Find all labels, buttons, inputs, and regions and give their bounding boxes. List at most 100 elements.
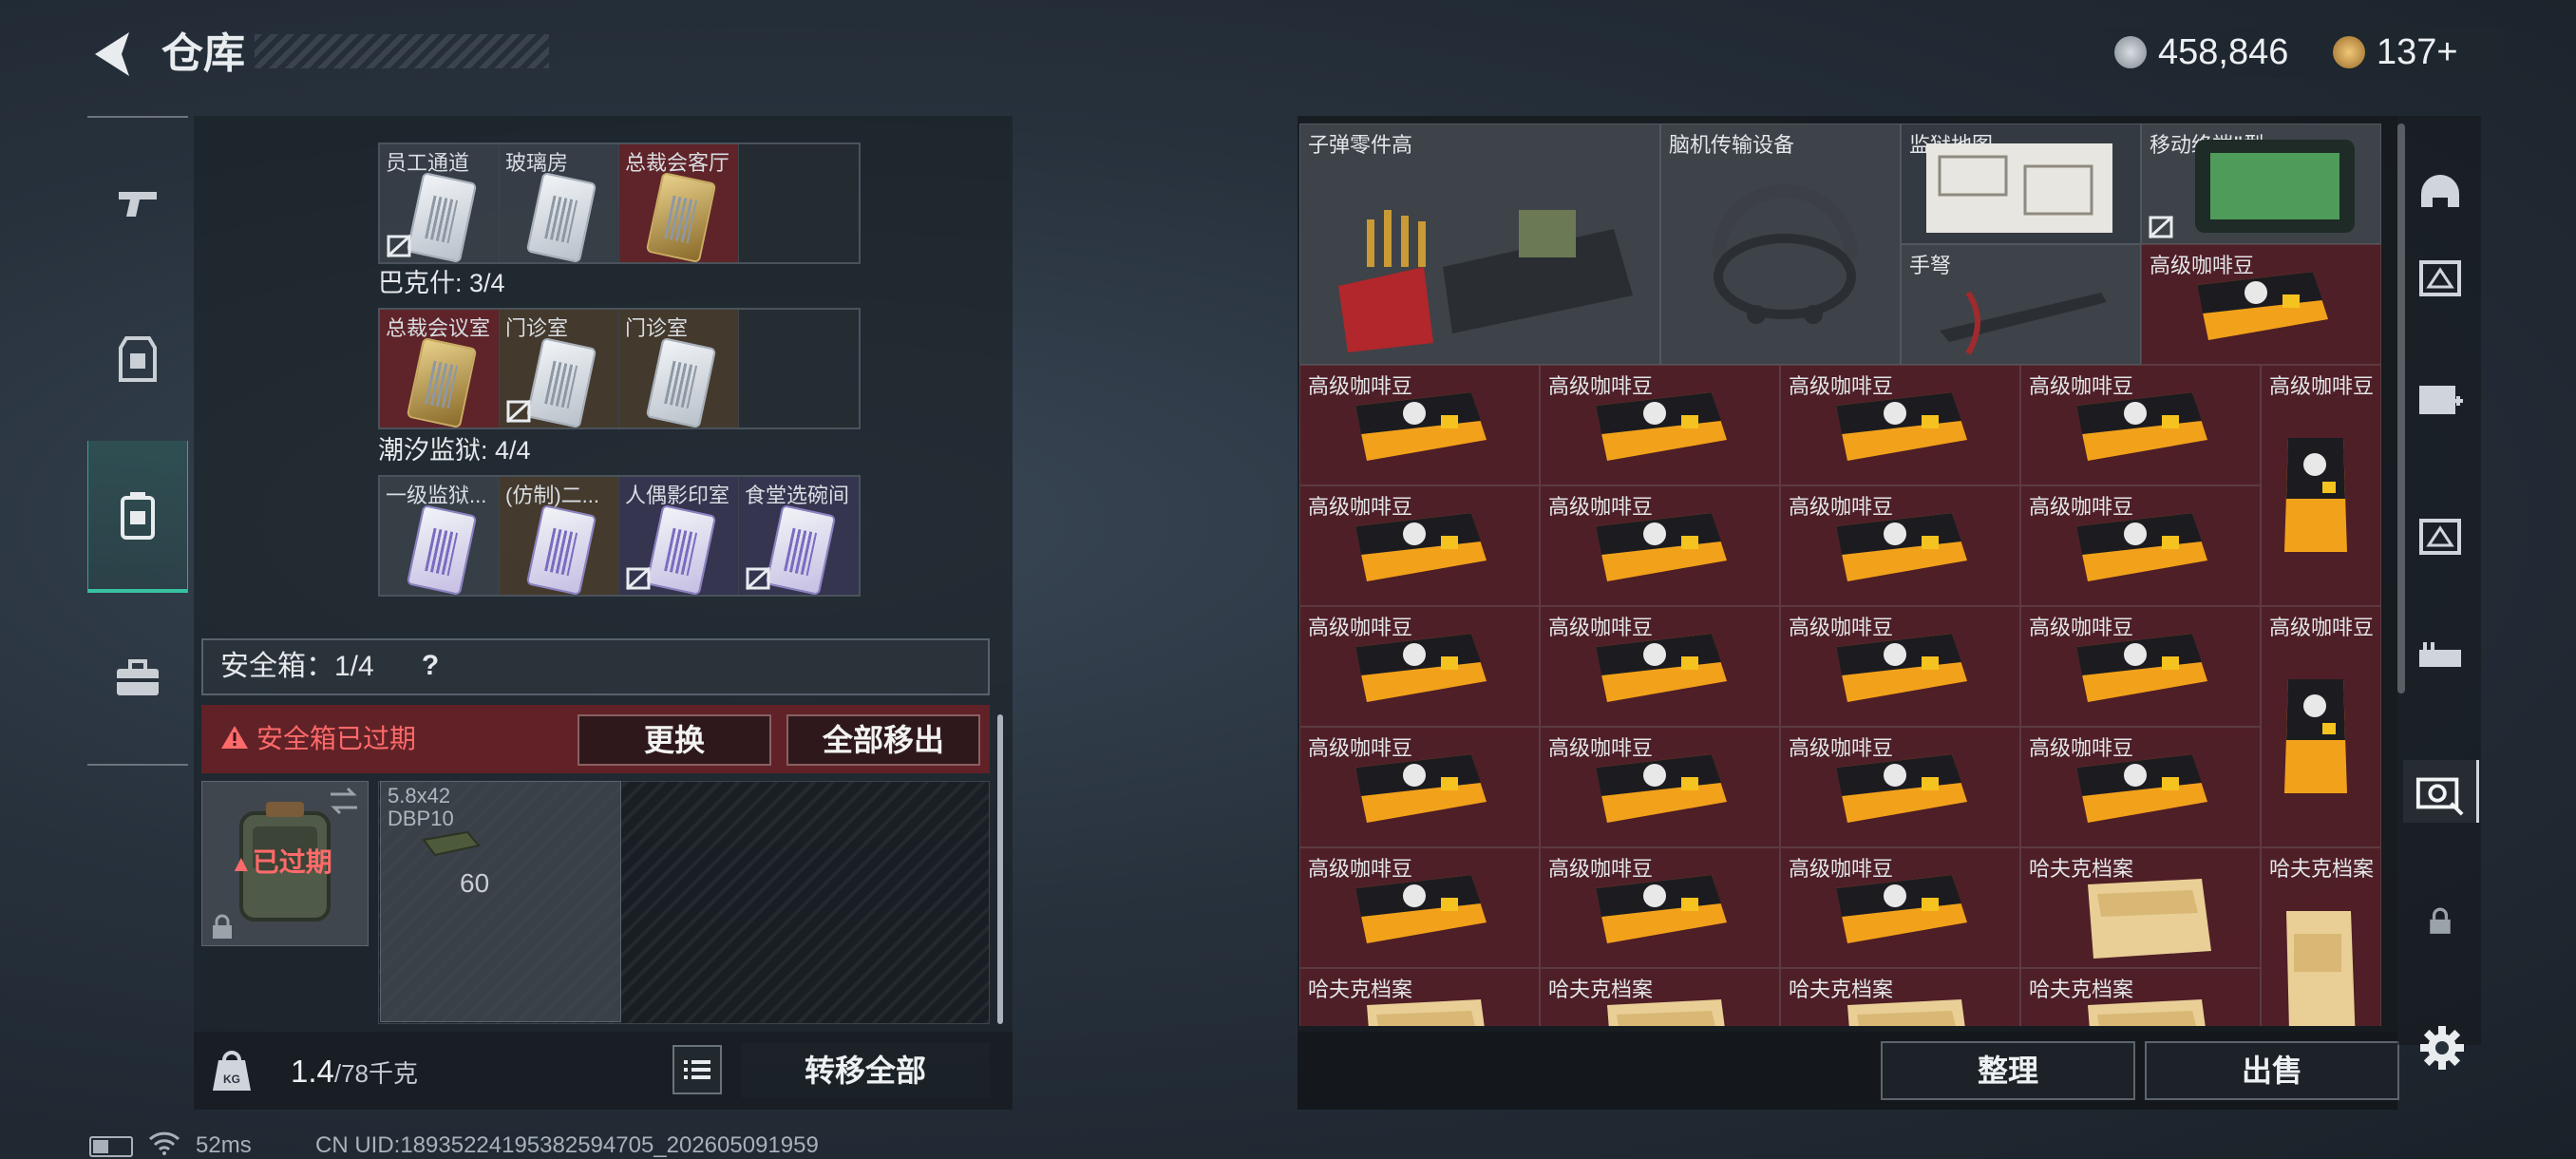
inventory-item[interactable]: 哈夫克档案 [1299, 968, 1540, 1026]
gear-filter[interactable] [2415, 249, 2466, 306]
inventory-item[interactable]: 高级咖啡豆 [1540, 727, 1780, 847]
keycard-slot[interactable]: 门诊室 [619, 310, 739, 428]
settings-gear-icon[interactable] [2418, 1024, 2466, 1072]
inventory-item[interactable]: 高级咖啡豆 [1540, 606, 1780, 727]
inventory-item[interactable]: 哈夫克档案 [1780, 968, 2020, 1026]
vest-icon [119, 336, 157, 382]
keycard-slot[interactable]: 员工通道 [380, 144, 500, 262]
keycard-label: (仿制)二... [505, 484, 599, 507]
inventory-item[interactable]: 高级咖啡豆 [1780, 727, 2020, 847]
lock-icon [213, 914, 232, 939]
inventory-item[interactable]: 高级咖啡豆 [1780, 365, 2020, 485]
keycard-slot[interactable]: 总裁会客厅 [619, 144, 739, 262]
ping-readout: 52ms [196, 1132, 252, 1158]
inventory-item[interactable]: 哈夫克档案 [2261, 847, 2381, 1026]
list-icon [684, 1060, 710, 1079]
item-label: 高级咖啡豆 [2269, 616, 2375, 639]
sell-button[interactable]: 出售 [2145, 1041, 2399, 1100]
inventory-item[interactable]: 高级咖啡豆 [1299, 727, 1540, 847]
inventory-item[interactable]: 子弹零件高 [1299, 124, 1660, 365]
supply-filter[interactable] [2415, 507, 2466, 564]
keycard-image [406, 504, 478, 595]
locked-filter[interactable] [2415, 893, 2466, 950]
tab-weapons[interactable] [87, 129, 188, 277]
ammo-filter[interactable] [2415, 631, 2466, 688]
keycard-image [406, 336, 478, 428]
help-icon[interactable]: ? [414, 646, 446, 686]
ammo-parts-icon [1338, 210, 1633, 352]
token-balance[interactable]: 137+ [2377, 28, 2458, 76]
keycard-slot[interactable]: 一级监狱... [380, 477, 500, 595]
inventory-item[interactable]: 脑机传输设备 [1660, 124, 1901, 365]
keycard-image [645, 336, 717, 428]
list-view-button[interactable] [672, 1045, 722, 1094]
inventory-item[interactable]: 高级咖啡豆 [1780, 847, 2020, 968]
inventory-item[interactable]: 哈夫克档案 [2020, 968, 2261, 1026]
inventory-item[interactable]: 高级咖啡豆 [2020, 485, 2261, 606]
tab-equipment[interactable] [87, 285, 188, 433]
coffee-bag-icon [1836, 875, 1967, 943]
inventory-item[interactable]: 高级咖啡豆 [1299, 365, 1540, 485]
tab-supplies[interactable] [87, 604, 188, 752]
transfer-all-button[interactable]: 转移全部 [741, 1043, 990, 1098]
coffee-bag-icon [1596, 875, 1727, 943]
inventory-item[interactable]: 哈夫克档案 [1540, 968, 1780, 1026]
weight-icon: KG [213, 1051, 251, 1091]
weight-value: 1.4/78千克 [291, 1053, 418, 1092]
inventory-item[interactable]: 高级咖啡豆 [1299, 606, 1540, 727]
keycard-label: 食堂选碗间 [745, 484, 850, 507]
alert-text: 安全箱已过期 [256, 724, 417, 753]
inventory-item[interactable]: 哈夫克档案 [2020, 847, 2261, 968]
keycard-grid: 总裁会议室 门诊室 门诊室 [378, 308, 861, 429]
inventory-item[interactable]: 高级咖啡豆 [1540, 847, 1780, 968]
inventory-item[interactable]: 高级咖啡豆 [2261, 606, 2381, 847]
inventory-item[interactable]: 高级咖啡豆 [1780, 606, 2020, 727]
inventory-item[interactable]: 监狱地图 [1901, 124, 2141, 244]
empty-keycard-slot[interactable] [739, 310, 859, 428]
inventory-item[interactable]: 高级咖啡豆 [2020, 606, 2261, 727]
inventory-item[interactable]: 高级咖啡豆 [1299, 485, 1540, 606]
inventory-item[interactable]: 高级咖啡豆 [1780, 485, 2020, 606]
inventory-item[interactable]: 高级咖啡豆 [1540, 485, 1780, 606]
group-title-tidal-prison: 潮汐监狱: 4/4 [378, 436, 531, 465]
map-icon [1926, 143, 2112, 233]
inventory-item[interactable]: 高级咖啡豆 [1299, 847, 1540, 968]
crate-icon [2419, 260, 2461, 296]
inventory-grid: 子弹零件高脑机传输设备监狱地图移动终端Ⅱ型手弩高级咖啡豆高级咖啡豆高级咖啡豆高级… [1299, 124, 2384, 1026]
inventory-item[interactable]: 高级咖啡豆 [2020, 727, 2261, 847]
keycard-slot[interactable]: 食堂选碗间 [739, 477, 859, 595]
keycard-slot[interactable]: 总裁会议室 [380, 310, 500, 428]
inventory-item[interactable]: 手弩 [1901, 244, 2141, 365]
item-label: 子弹零件高 [1308, 133, 1413, 157]
move-all-out-button[interactable]: 全部移出 [786, 714, 980, 766]
collectibles-filter[interactable] [2415, 764, 2466, 821]
toolbox-icon [117, 659, 159, 695]
keycard-slot[interactable]: 玻璃房 [500, 144, 619, 262]
inventory-item[interactable]: 移动终端Ⅱ型 [2141, 124, 2381, 244]
helmet-filter[interactable] [2415, 165, 2466, 222]
coffee-bag-icon [2076, 634, 2207, 702]
terminal-icon [2195, 140, 2355, 233]
keycard-slot[interactable]: 门诊室 [500, 310, 619, 428]
tab-keycards[interactable] [87, 441, 188, 593]
expired-tag: ▲已过期 [230, 847, 332, 877]
inventory-item[interactable]: 高级咖啡豆 [1540, 365, 1780, 485]
keycard-label: 门诊室 [625, 316, 689, 340]
inventory-item[interactable]: 高级咖啡豆 [2020, 365, 2261, 485]
swap-icon[interactable] [327, 785, 361, 817]
keycard-slot[interactable]: 人偶影印室 [619, 477, 739, 595]
documents-icon [1367, 999, 1485, 1026]
empty-keycard-slot[interactable] [739, 144, 859, 262]
token-icon[interactable] [2333, 36, 2365, 68]
sort-button[interactable]: 整理 [1881, 1041, 2135, 1100]
coffee-bag-icon [1836, 392, 1967, 461]
inventory-item[interactable]: 高级咖啡豆 [2141, 244, 2381, 365]
inventory-item[interactable]: 高级咖啡豆 [2261, 365, 2381, 606]
medical-filter[interactable] [2415, 370, 2466, 428]
coffee-bag-icon [2076, 513, 2207, 581]
back-arrow-icon[interactable] [87, 27, 135, 82]
replace-safebox-button[interactable]: 更换 [578, 714, 771, 766]
scrollbar[interactable] [997, 714, 1003, 1024]
coffee-bag-icon [2197, 272, 2328, 340]
keycard-slot[interactable]: (仿制)二... [500, 477, 619, 595]
